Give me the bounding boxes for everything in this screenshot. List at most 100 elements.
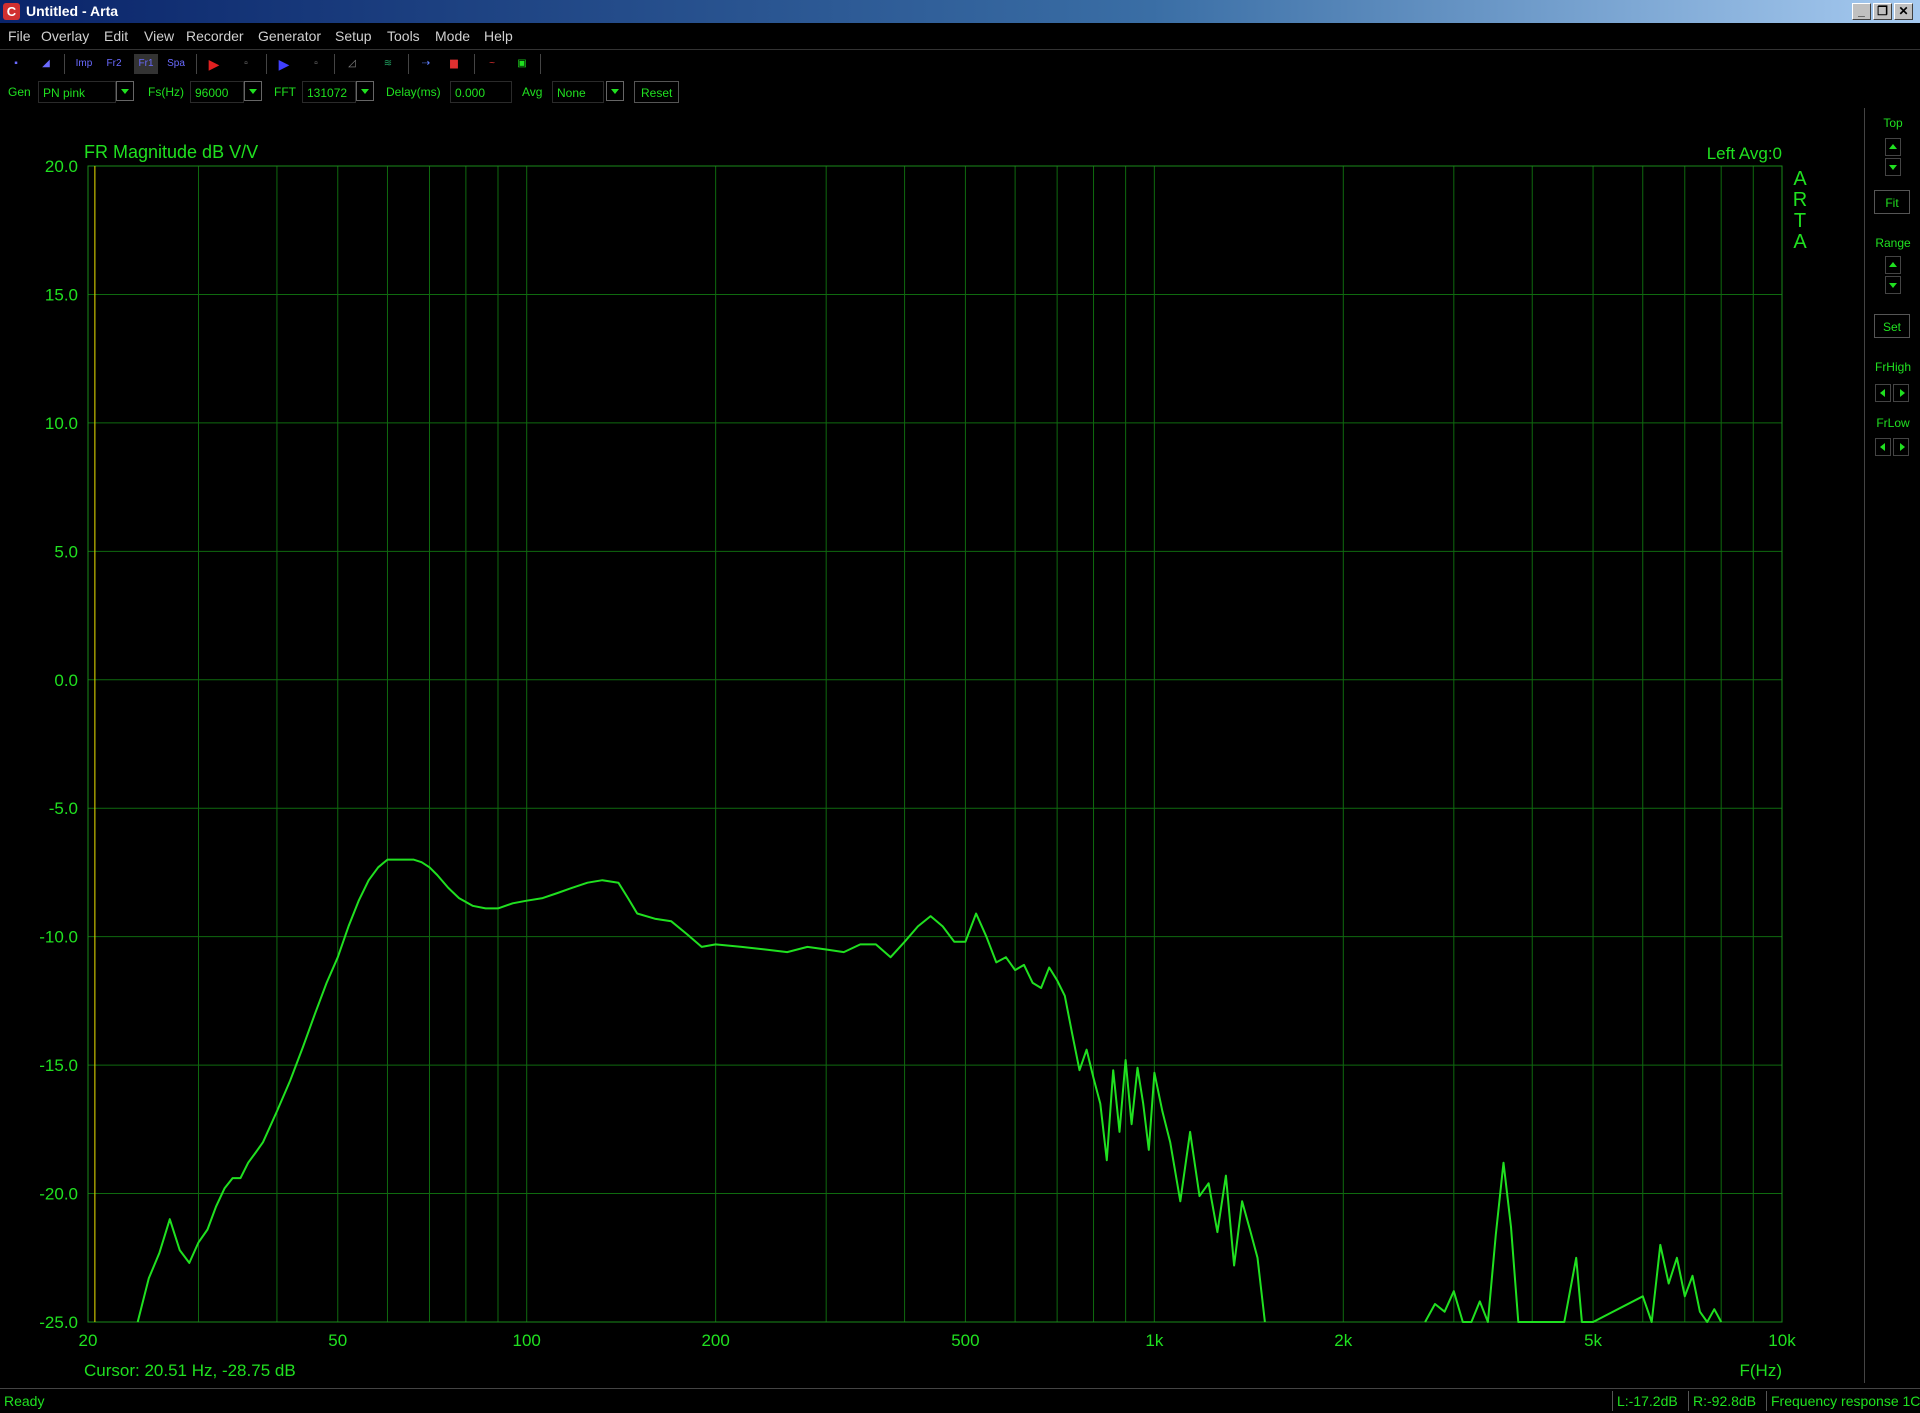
gen-select[interactable]: PN pink — [38, 81, 116, 103]
x-tick-label: 100 — [513, 1331, 541, 1350]
y-tick-label: 20.0 — [45, 157, 78, 176]
arta-app-icon[interactable]: C — [3, 3, 20, 20]
overlay-icon[interactable]: ≋ — [376, 54, 400, 74]
menu-bar: File Overlay Edit View Recorder Generato… — [0, 23, 1920, 49]
close-button[interactable]: ✕ — [1894, 3, 1913, 20]
fit-button[interactable]: Fit — [1874, 190, 1910, 214]
spa-icon[interactable]: Spa — [164, 54, 188, 74]
delay-label: Delay(ms) — [386, 85, 441, 99]
range-down-icon[interactable] — [1885, 276, 1901, 294]
watermark-letter: T — [1794, 210, 1806, 232]
y-tick-label: 10.0 — [45, 414, 78, 433]
status-mode: Frequency response 1Ch — [1766, 1391, 1920, 1411]
y-tick-label: -10.0 — [39, 928, 78, 947]
status-left-level: L:-17.2dB — [1612, 1391, 1688, 1411]
x-tick-label: 10k — [1768, 1331, 1796, 1350]
frhigh-left-icon[interactable] — [1875, 384, 1891, 402]
series — [136, 858, 1723, 1323]
toolbar: ▪ ◢ Imp Fr2 Fr1 Spa ▶ ▫ ▶ ▫ ◿ ≋ ⇢ ▆ ~ ▣ — [0, 49, 1920, 79]
avg-dropdown-icon[interactable] — [606, 81, 624, 101]
grid — [88, 165, 1782, 1323]
window-title: Untitled - Arta — [26, 3, 119, 19]
play-icon[interactable]: ▶ — [272, 54, 296, 74]
frlow-left-icon[interactable] — [1875, 438, 1891, 456]
watermark-letter: A — [1793, 168, 1807, 190]
y-tick-label: 15.0 — [45, 285, 78, 304]
arta-watermark: ARTA — [1793, 168, 1808, 253]
watermark-letter: A — [1793, 231, 1807, 253]
title-bar: C Untitled - Arta _ ❐ ✕ — [0, 0, 1920, 23]
chart-heading: FR Magnitude dB V/V — [84, 142, 258, 162]
set-button[interactable]: Set — [1874, 314, 1910, 338]
calib-icon[interactable]: ◿ — [340, 54, 364, 74]
frhigh-right-icon[interactable] — [1893, 384, 1909, 402]
x-tick-label: 200 — [701, 1331, 729, 1350]
menu-view[interactable]: View — [144, 28, 174, 44]
menu-recorder[interactable]: Recorder — [186, 28, 244, 44]
x-tick-label: 5k — [1584, 1331, 1602, 1350]
top-down-icon[interactable] — [1885, 158, 1901, 176]
menu-overlay[interactable]: Overlay — [41, 28, 89, 44]
y-tick-label: 0.0 — [54, 671, 78, 690]
fit-icon[interactable]: ▣ — [510, 54, 534, 74]
marker-icon[interactable]: ⇢ — [414, 54, 438, 74]
control-bar: Gen PN pink Fs(Hz) 96000 FFT 131072 Dela… — [0, 78, 1920, 108]
x-tick-label: 500 — [951, 1331, 979, 1350]
status-bar: Ready L:-17.2dB R:-92.8dB Frequency resp… — [0, 1388, 1920, 1413]
menu-help[interactable]: Help — [484, 28, 513, 44]
x-axis-unit: F(Hz) — [1740, 1361, 1782, 1380]
y-tick-label: 5.0 — [54, 542, 78, 561]
range-label: Range — [1875, 236, 1911, 250]
response-series-2 — [1424, 1161, 1723, 1323]
top-up-icon[interactable] — [1885, 138, 1901, 156]
fr1-icon[interactable]: Fr1 — [134, 54, 158, 74]
fs-dropdown-icon[interactable] — [244, 81, 262, 101]
menu-mode[interactable]: Mode — [435, 28, 470, 44]
plot-frame — [87, 165, 1783, 1323]
avg-select[interactable]: None — [552, 81, 604, 103]
y-tick-label: -5.0 — [49, 799, 78, 818]
frlow-right-icon[interactable] — [1893, 438, 1909, 456]
y-tick-label: -20.0 — [39, 1185, 78, 1204]
menu-generator[interactable]: Generator — [258, 28, 321, 44]
fft-label: FFT — [274, 85, 296, 99]
frhigh-label: FrHigh — [1874, 360, 1911, 374]
frequency-response-chart[interactable]: 20.0 15.0 10.0 5.0 0.0 -5.0 -10.0 -15.0 -20.0 -25… — [0, 108, 1864, 1388]
menu-edit[interactable]: Edit — [104, 28, 128, 44]
color-icon[interactable]: ▆ — [442, 54, 466, 74]
delay-input[interactable]: 0.000 — [450, 81, 512, 103]
fft-dropdown-icon[interactable] — [356, 81, 374, 101]
imp-icon[interactable]: Imp — [72, 54, 96, 74]
fs-label: Fs(Hz) — [148, 85, 184, 99]
restore-button[interactable]: ❐ — [1873, 3, 1892, 20]
top-label: Top — [1883, 116, 1903, 130]
y-tick-label: -15.0 — [39, 1056, 78, 1075]
gen-dropdown-icon[interactable] — [116, 81, 134, 101]
watermark-letter: R — [1793, 189, 1807, 211]
cursor-readout: Cursor: 20.51 Hz, -28.75 dB — [84, 1361, 296, 1380]
record-icon[interactable]: ▶ — [202, 54, 226, 74]
stop2-icon[interactable]: ▫ — [304, 54, 328, 74]
x-tick-label: 20 — [79, 1331, 98, 1350]
x-tick-label: 1k — [1145, 1331, 1163, 1350]
y-tick-label: -25.0 — [39, 1313, 78, 1332]
reset-button[interactable]: Reset — [634, 81, 680, 103]
minimize-button[interactable]: _ — [1852, 3, 1871, 20]
fs-select[interactable]: 96000 — [190, 81, 244, 103]
menu-file[interactable]: File — [8, 28, 31, 44]
gen-label: Gen — [8, 85, 31, 99]
open-icon[interactable]: ◢ — [34, 54, 58, 74]
x-tick-label: 2k — [1334, 1331, 1352, 1350]
response-series-1 — [136, 858, 1266, 1323]
new-icon[interactable]: ▪ — [4, 54, 28, 74]
frlow-label: FrLow — [1876, 416, 1910, 430]
fr2-icon[interactable]: Fr2 — [102, 54, 126, 74]
status-ready: Ready — [4, 1393, 45, 1409]
status-right-level: R:-92.8dB — [1688, 1391, 1766, 1411]
range-up-icon[interactable] — [1885, 256, 1901, 274]
fft-select[interactable]: 131072 — [302, 81, 356, 103]
stop-icon[interactable]: ▫ — [234, 54, 258, 74]
menu-setup[interactable]: Setup — [335, 28, 372, 44]
smooth-icon[interactable]: ~ — [480, 54, 504, 74]
menu-tools[interactable]: Tools — [387, 28, 420, 44]
